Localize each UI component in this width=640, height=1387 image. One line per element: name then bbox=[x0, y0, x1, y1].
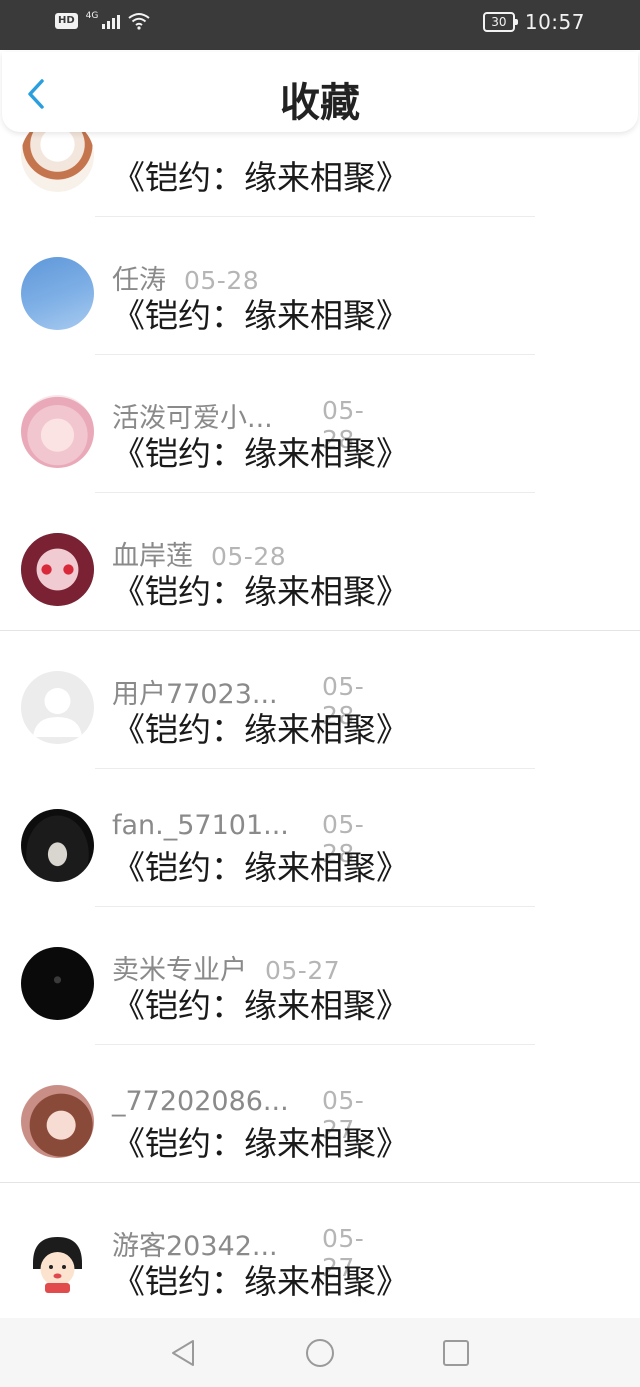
item-meta: 卖米专业户 05-27 bbox=[112, 948, 340, 986]
blue-sky-avatar[interactable] bbox=[21, 257, 94, 330]
book-title[interactable]: 《铠约：缘来相聚》 bbox=[112, 151, 409, 199]
book-title[interactable]: 《铠约：缘来相聚》 bbox=[112, 841, 409, 889]
status-right: 30 10:57 bbox=[482, 10, 585, 34]
item-meta: 血岸莲 05-28 bbox=[112, 534, 286, 572]
cartoon-kid-avatar[interactable] bbox=[21, 1223, 94, 1296]
cartoon-face-icon bbox=[33, 1237, 82, 1293]
user-name[interactable]: _77202086... bbox=[112, 1086, 289, 1117]
page-title: 收藏 bbox=[280, 80, 360, 126]
user-name[interactable]: fan._57101... bbox=[112, 810, 289, 841]
wifi-icon bbox=[128, 13, 150, 30]
favorites-list: 《铠约：缘来相聚》 任涛 05-28 《铠约：缘来相聚》 活泼可爱小... 05… bbox=[0, 79, 640, 1321]
book-title[interactable]: 《铠约：缘来相聚》 bbox=[112, 289, 409, 337]
hd-badge: HD bbox=[55, 13, 78, 29]
list-item[interactable]: 任涛 05-28 《铠约：缘来相聚》 bbox=[0, 217, 640, 355]
item-meta: 活泼可爱小... 05-28 bbox=[112, 396, 364, 454]
status-left: HD 4G bbox=[55, 11, 150, 30]
list-item[interactable]: 游客20342... 05-27 《铠约：缘来相聚》 bbox=[0, 1183, 640, 1321]
user-silhouette-icon bbox=[33, 688, 82, 737]
item-meta: _77202086... 05-27 bbox=[112, 1086, 364, 1144]
masked-person-avatar[interactable] bbox=[21, 809, 94, 882]
list-item[interactable]: 血岸莲 05-28 《铠约：缘来相聚》 bbox=[0, 493, 640, 631]
header-bar: 收藏 bbox=[2, 52, 638, 132]
book-title[interactable]: 《铠约：缘来相聚》 bbox=[112, 427, 409, 475]
network-type: 4G bbox=[85, 11, 99, 21]
item-meta: 任涛 05-28 bbox=[112, 258, 259, 296]
battery-icon: 30 bbox=[482, 12, 518, 32]
circle-home-icon[interactable] bbox=[304, 1337, 336, 1369]
square-recent-icon[interactable] bbox=[440, 1337, 472, 1369]
status-bar: HD 4G 30 10:57 bbox=[0, 0, 640, 50]
brown-hair-anime-avatar[interactable] bbox=[21, 1085, 94, 1158]
book-title[interactable]: 《铠约：缘来相聚》 bbox=[112, 565, 409, 613]
list-item[interactable]: 卖米专业户 05-27 《铠约：缘来相聚》 bbox=[0, 907, 640, 1045]
signal-icon bbox=[102, 13, 121, 29]
book-title[interactable]: 《铠约：缘来相聚》 bbox=[112, 979, 409, 1027]
book-title[interactable]: 《铠约：缘来相聚》 bbox=[112, 1255, 409, 1303]
list-item[interactable]: fan._57101... 05-28 《铠约：缘来相聚》 bbox=[0, 769, 640, 907]
item-meta: 用户77023... 05-28 bbox=[112, 672, 364, 730]
red-eye-avatar[interactable] bbox=[21, 533, 94, 606]
list-item[interactable]: 活泼可爱小... 05-28 《铠约：缘来相聚》 bbox=[0, 355, 640, 493]
black-avatar[interactable] bbox=[21, 947, 94, 1020]
status-time: 10:57 bbox=[524, 10, 585, 34]
default-user-avatar[interactable] bbox=[21, 671, 94, 744]
list-item[interactable]: 用户77023... 05-28 《铠约：缘来相聚》 bbox=[0, 631, 640, 769]
pink-anime-avatar[interactable] bbox=[21, 395, 94, 468]
triangle-back-icon[interactable] bbox=[167, 1337, 199, 1369]
book-title[interactable]: 《铠约：缘来相聚》 bbox=[112, 1117, 409, 1165]
item-meta: 游客20342... 05-27 bbox=[112, 1224, 364, 1282]
system-nav-bar bbox=[0, 1318, 640, 1387]
item-meta: fan._57101... 05-28 bbox=[112, 810, 364, 868]
book-title[interactable]: 《铠约：缘来相聚》 bbox=[112, 703, 409, 751]
list-item[interactable]: _77202086... 05-27 《铠约：缘来相聚》 bbox=[0, 1045, 640, 1183]
